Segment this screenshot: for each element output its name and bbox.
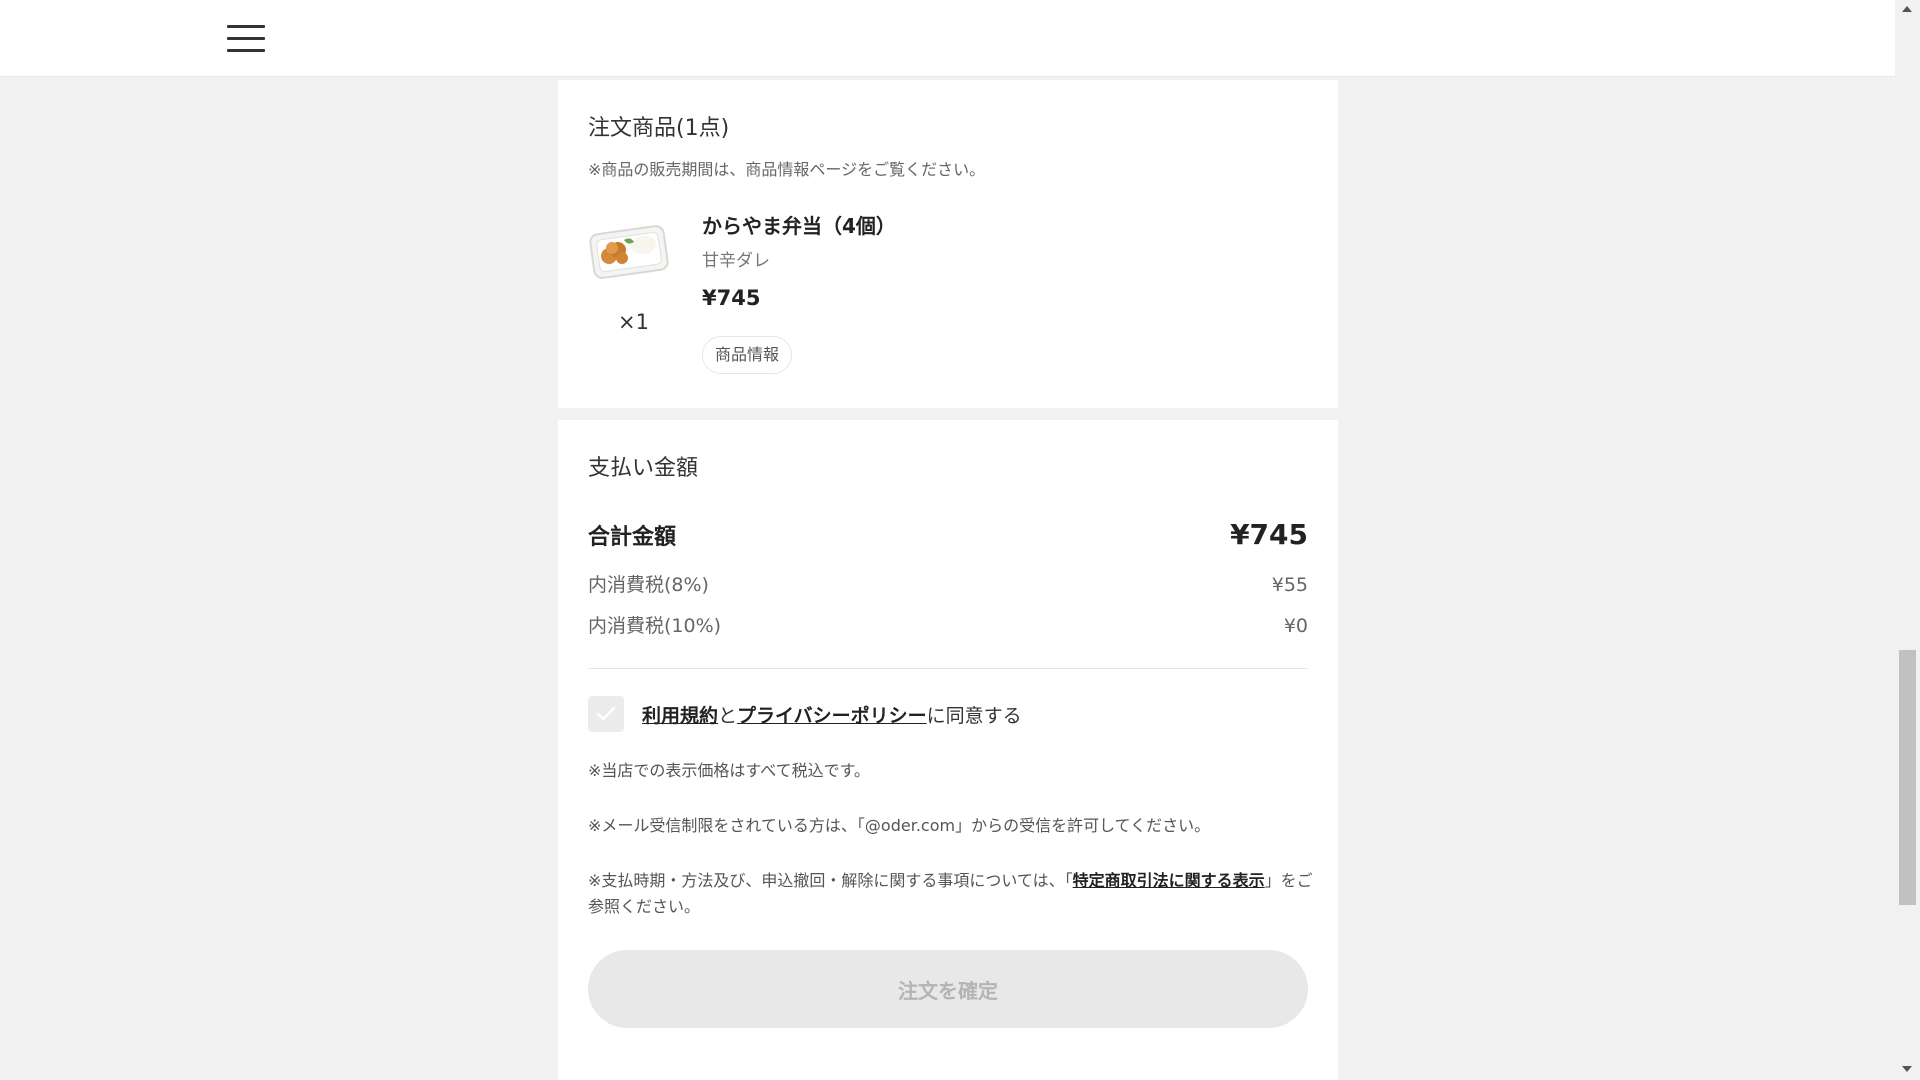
scroll-up-arrow-icon[interactable] xyxy=(1902,6,1912,12)
sales-period-note: ※商品の販売期間は、商品情報ページをご覧ください。 xyxy=(588,160,986,179)
agreement-connector: と xyxy=(718,704,738,727)
menu-line xyxy=(227,49,265,52)
scroll-down-arrow-icon[interactable] xyxy=(1902,1066,1912,1072)
check-icon xyxy=(596,706,616,721)
product-price: ¥745 xyxy=(702,286,761,310)
tax-included-note: ※当店での表示価格はすべて税込です。 xyxy=(588,761,871,780)
payment-title: 支払い金額 xyxy=(588,456,699,481)
email-note: ※メール受信制限をされている方は、「@oder.com」からの受信を許可してくだ… xyxy=(588,816,1211,835)
tax8-row: 内消費税(8%) ¥55 xyxy=(588,570,1308,597)
menu-line xyxy=(227,25,265,28)
divider xyxy=(588,668,1308,669)
product-image xyxy=(589,225,669,279)
product-info-button[interactable]: 商品情報 xyxy=(702,336,793,374)
agreement-row: 利用規約とプライバシーポリシーに同意する xyxy=(588,696,1022,732)
tax10-row: 内消費税(10%) ¥0 xyxy=(588,611,1308,638)
total-value: ¥745 xyxy=(1230,518,1308,551)
agreement-suffix: に同意する xyxy=(926,704,1022,727)
tax10-value: ¥0 xyxy=(1283,615,1308,637)
quantity-label: ×1 xyxy=(618,310,649,334)
legal-note: ※支払時期・方法及び、申込撤回・解除に関する事項については、「特定商取引法に関す… xyxy=(588,868,1318,920)
tax8-value: ¥55 xyxy=(1271,574,1308,596)
payment-section: 支払い金額 合計金額 ¥745 内消費税(8%) ¥55 内消費税(10%) ¥… xyxy=(558,420,1338,1080)
product-option: 甘辛ダレ xyxy=(702,251,770,271)
scrollbar[interactable] xyxy=(1895,0,1920,1080)
agree-checkbox[interactable] xyxy=(588,696,624,732)
scroll-thumb[interactable] xyxy=(1899,650,1916,905)
agreement-text: 利用規約とプライバシーポリシーに同意する xyxy=(642,701,1022,728)
hamburger-menu-icon[interactable] xyxy=(227,25,265,53)
legal-note-prefix: ※支払時期・方法及び、申込撤回・解除に関する事項については、「 xyxy=(588,871,1073,890)
total-row: 合計金額 ¥745 xyxy=(588,518,1308,551)
order-items-title: 注文商品(1点) xyxy=(588,116,730,141)
privacy-policy-link[interactable]: プライバシーポリシー xyxy=(737,705,927,727)
tax8-label: 内消費税(8%) xyxy=(588,574,709,596)
total-label: 合計金額 xyxy=(588,525,677,550)
confirm-order-button[interactable]: 注文を確定 xyxy=(588,950,1308,1028)
terms-link[interactable]: 利用規約 xyxy=(642,705,718,727)
product-name: からやま弁当（4個） xyxy=(702,214,896,238)
tax10-label: 内消費税(10%) xyxy=(588,615,722,637)
top-bar xyxy=(0,0,1895,77)
menu-line xyxy=(227,37,265,40)
order-items-section: 注文商品(1点) ※商品の販売期間は、商品情報ページをご覧ください。 ×1 から… xyxy=(558,80,1338,408)
legal-display-link[interactable]: 特定商取引法に関する表示 xyxy=(1073,871,1265,890)
